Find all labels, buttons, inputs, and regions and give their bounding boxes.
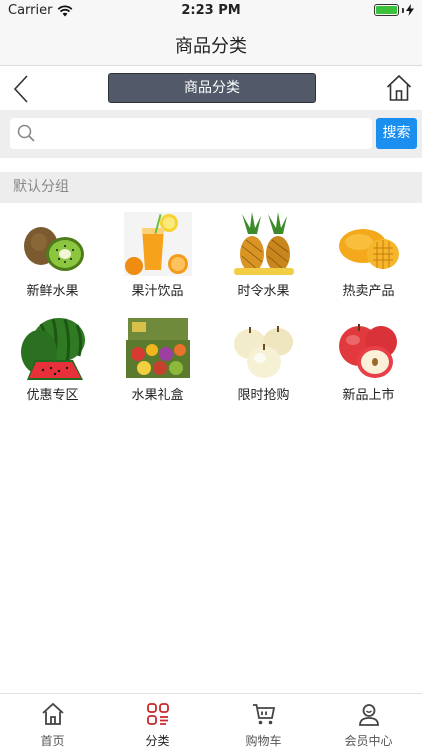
pineapple-image [234, 212, 294, 275]
charging-icon [406, 4, 414, 16]
group-header: 默认分组 [0, 172, 422, 203]
category-label: 优惠专区 [26, 388, 79, 403]
category-item-flash-sale[interactable]: 限时抢购 [211, 310, 316, 410]
tab-home[interactable]: 首页 [0, 694, 105, 750]
category-label: 时令水果 [237, 284, 290, 299]
category-item-juice[interactable]: 果汁饮品 [105, 206, 210, 306]
tab-label: 会员中心 [344, 734, 393, 748]
home-icon [42, 702, 64, 725]
battery-icon [374, 4, 399, 16]
category-label: 果汁饮品 [131, 284, 184, 299]
home-button[interactable] [386, 74, 412, 102]
search-input[interactable] [42, 118, 367, 149]
cart-icon [253, 704, 276, 725]
category-label: 水果礼盒 [131, 388, 184, 403]
nav-row: 商品分类 [0, 66, 422, 110]
user-icon [359, 704, 379, 726]
tab-label: 首页 [40, 734, 65, 748]
tab-label: 购物车 [245, 734, 282, 748]
battery-cap [402, 7, 404, 13]
apple-image [339, 324, 397, 378]
nav-title-pill: 商品分类 [108, 73, 316, 103]
kiwi-image [24, 227, 84, 271]
category-icon [147, 703, 169, 725]
tab-category[interactable]: 分类 [105, 694, 210, 750]
category-item-discount[interactable]: 优惠专区 [0, 310, 105, 410]
search-area: 搜索 [0, 110, 422, 158]
category-label: 新鲜水果 [26, 284, 79, 299]
category-label: 热卖产品 [342, 284, 395, 299]
search-icon [17, 124, 35, 142]
status-right [374, 4, 414, 16]
category-label: 限时抢购 [237, 388, 290, 403]
category-item-gift-box[interactable]: 水果礼盒 [105, 310, 210, 410]
mango-image [339, 229, 399, 269]
back-button[interactable] [10, 74, 34, 104]
category-label: 新品上市 [342, 388, 395, 403]
tab-label: 分类 [145, 734, 170, 748]
home-icon [386, 74, 412, 101]
juice-image [124, 212, 192, 276]
status-time: 2:23 PM [181, 3, 241, 18]
watermelon-image [21, 318, 85, 380]
gift-box-image [126, 318, 190, 378]
page-title: 商品分类 [175, 36, 247, 57]
pear-image [234, 326, 293, 378]
category-item-seasonal[interactable]: 时令水果 [211, 206, 316, 306]
chevron-left-icon [13, 75, 28, 103]
tab-member-center[interactable]: 会员中心 [316, 694, 421, 750]
category-item-hot-sale[interactable]: 热卖产品 [316, 206, 421, 306]
tab-bar: 首页 分类 购物车 会员中心 [0, 693, 422, 750]
category-item-fresh-fruit[interactable]: 新鲜水果 [0, 206, 105, 306]
tab-cart[interactable]: 购物车 [211, 694, 316, 750]
category-item-new-arrivals[interactable]: 新品上市 [316, 310, 421, 410]
status-bar: Carrier 2:23 PM [0, 0, 422, 22]
search-box[interactable] [10, 118, 372, 149]
title-bar: 商品分类 [0, 22, 422, 66]
search-button[interactable]: 搜索 [376, 118, 417, 149]
